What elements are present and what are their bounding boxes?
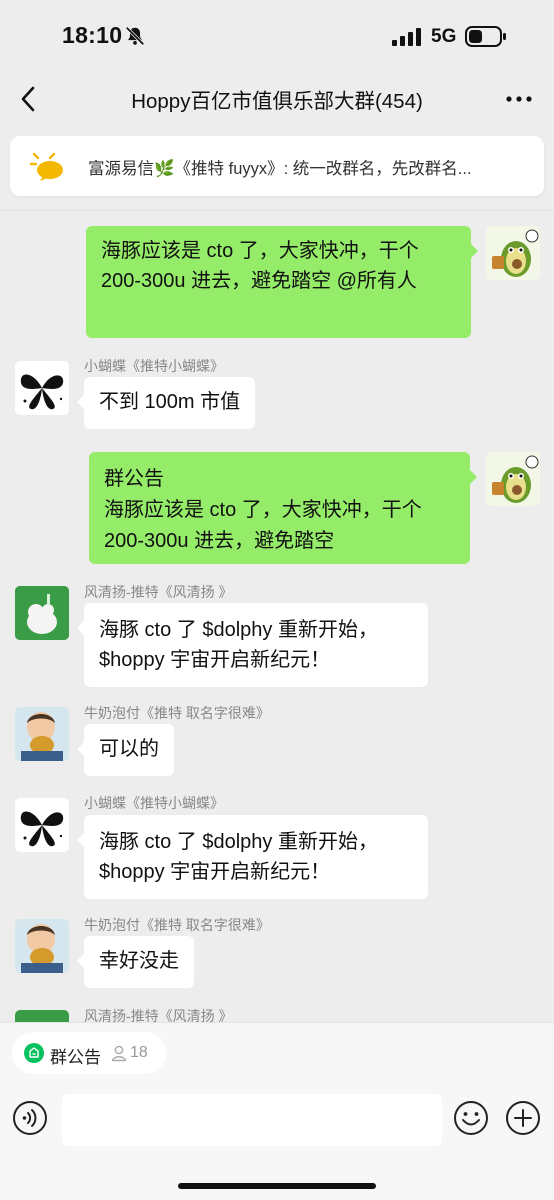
avatar-butterfly[interactable] [15,798,69,852]
message-bubble[interactable]: 海豚应该是 cto 了，大家快冲，干个 200-300u 进去，避免踏空 @所有… [86,226,478,338]
announcement-label: 群公告 [50,1048,101,1067]
bulb-icon [29,152,63,181]
voice-icon[interactable] [12,1100,48,1136]
sender-name: 风清扬-推特《风清扬 》 [84,584,233,600]
message-text: 海豚应该是 cto 了，大家快冲，干个 [104,499,422,521]
message-text: 海豚应该是 cto 了，大家快冲，干个 [101,240,419,262]
chat-title: Hoppy百亿市值俱乐部大群(454) [131,90,423,113]
child-avatar-image [15,707,69,761]
message-text: 200-300u 进去，避免踏空 @所有人 [101,270,417,292]
message-bubble[interactable]: 海豚 cto 了 $dolphy 重新开始， $hoppy 宇宙开启新纪元！ [77,603,428,687]
message-bubble[interactable]: 不到 100m 市值 [76,377,256,429]
message-text: $hoppy 宇宙开启新纪元！ [99,649,331,671]
pinned-text: 富源易信🌿《推特 fuyyx》: 统一改群名，先改群名... [88,160,472,178]
message-text: 不到 100m 市值 [99,391,241,413]
message-text: $hoppy 宇宙开启新纪元！ [99,861,331,883]
back-icon[interactable] [14,82,44,116]
avocado-avatar-image [492,229,539,277]
sender-name: 牛奶泡付《推特 取名字很难》 [84,705,270,721]
sender-name: 小蝴蝶《推特小蝴蝶》 [84,795,224,811]
avatar-fengqingyang[interactable] [15,586,69,640]
status-bar: 18:10 5G [0,0,554,74]
emoji-icon[interactable] [453,1100,489,1136]
chat-header: Hoppy百亿市值俱乐部大群(454) [0,74,554,124]
divider [0,210,554,211]
message-bubble[interactable]: 海豚 cto 了 $dolphy 重新开始， $hoppy 宇宙开启新纪元！ [77,815,428,899]
status-time: 18:10 [62,22,123,48]
bell-muted-icon [125,26,145,46]
home-indicator[interactable] [178,1183,376,1189]
message-text: 200-300u 进去，避免踏空 [104,530,335,552]
sender-name: 牛奶泡付《推特 取名字很难》 [84,917,270,933]
message-text: 海豚 cto 了 $dolphy 重新开始， [99,831,378,853]
avatar-niunai[interactable] [15,707,69,761]
announcement-count: 18 [130,1044,148,1061]
child-avatar-image [15,919,69,973]
message-input[interactable] [62,1094,442,1146]
avatar-niunai[interactable] [15,919,69,973]
avocado-avatar-image [492,455,539,503]
battery-icon [465,26,506,47]
network-type: 5G [431,26,457,47]
more-icon[interactable] [504,86,534,112]
announcement-icon [24,1043,44,1063]
message-bubble[interactable]: 群公告 海豚应该是 cto 了，大家快冲，干个 200-300u 进去，避免踏空 [89,452,477,564]
message-text: 可以的 [99,738,159,760]
butterfly-avatar-image [20,374,64,410]
avatar-self[interactable] [486,452,540,506]
butterfly-avatar-image [20,811,64,847]
avatar-butterfly[interactable] [15,361,69,415]
pinned-message[interactable]: 富源易信🌿《推特 fuyyx》: 统一改群名，先改群名... [10,136,544,196]
message-text: 幸好没走 [99,950,179,972]
signal-icon [392,28,421,46]
message-text: 海豚 cto 了 $dolphy 重新开始， [99,619,378,641]
message-bubble[interactable]: 可以的 [77,724,174,776]
plus-icon[interactable] [505,1100,541,1136]
announcement-chip[interactable]: 群公告 18 [12,1032,166,1074]
person-icon [111,1045,127,1062]
fengqingyang-avatar-image [15,586,69,640]
message-bubble[interactable]: 幸好没走 [77,936,194,988]
avatar-self[interactable] [486,226,540,280]
message-text: 群公告 [104,468,164,490]
sender-name: 小蝴蝶《推特小蝴蝶》 [84,358,224,374]
